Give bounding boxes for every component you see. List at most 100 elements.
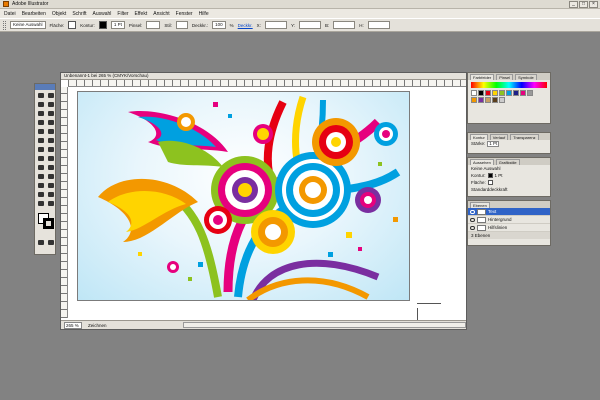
scale-tool-icon[interactable] <box>46 136 56 145</box>
menu-bearbeiten[interactable]: Bearbeiten <box>22 11 46 17</box>
close-button[interactable]: × <box>589 1 598 8</box>
status-text[interactable]: Zeichnen <box>88 323 107 328</box>
type-tool-icon[interactable] <box>46 109 56 118</box>
rectangle-tool-icon[interactable] <box>46 118 56 127</box>
y-field[interactable] <box>298 21 321 29</box>
appearance-fill-swatch[interactable] <box>487 180 493 185</box>
tab-symbols[interactable]: Symbole <box>515 74 537 80</box>
menu-hilfe[interactable]: Hilfe <box>199 11 209 17</box>
toolbar-grip[interactable] <box>3 20 6 30</box>
menu-schrift[interactable]: Schrift <box>72 11 86 17</box>
selection-tool-icon[interactable] <box>36 91 46 100</box>
warp-tool-icon[interactable] <box>36 145 46 154</box>
appearance-panel: Aussehen Grafikstile Keine Auswahl Kontu… <box>467 157 551 197</box>
appearance-opacity-row[interactable]: Standarddeckkraft <box>468 186 550 193</box>
x-field[interactable] <box>264 21 287 29</box>
horizontal-ruler[interactable] <box>68 80 466 87</box>
swatch-yellow[interactable] <box>492 90 498 96</box>
zoom-field[interactable]: 265 % <box>64 321 82 329</box>
symbol-sprayer-tool-icon[interactable] <box>36 154 46 163</box>
swatch-orange[interactable] <box>471 97 477 103</box>
swatch-green[interactable] <box>499 90 505 96</box>
layer-row-text[interactable]: Text <box>468 208 550 216</box>
stroke-weight-field[interactable]: 1 Pt <box>110 21 125 29</box>
pen-tool-icon[interactable] <box>36 109 46 118</box>
swatch-white[interactable] <box>471 90 477 96</box>
visibility-eye-icon[interactable] <box>470 217 475 222</box>
artboard[interactable] <box>77 91 410 301</box>
stroke-color-box[interactable] <box>43 218 54 229</box>
mesh-tool-icon[interactable] <box>36 163 46 172</box>
fill-stroke-indicator[interactable] <box>35 211 55 233</box>
tab-swatches[interactable]: Farbfelder <box>470 74 495 80</box>
menu-objekt[interactable]: Objekt <box>52 11 66 17</box>
vertical-ruler[interactable] <box>61 87 68 318</box>
stroke-weight-input[interactable]: 1 Pt <box>487 140 500 147</box>
brush-dropdown[interactable] <box>146 21 161 29</box>
minimize-button[interactable]: _ <box>569 1 578 8</box>
visibility-eye-icon[interactable] <box>470 225 475 230</box>
line-tool-icon[interactable] <box>36 118 46 127</box>
rotate-tool-icon[interactable] <box>36 136 46 145</box>
color-spectrum[interactable] <box>471 82 547 88</box>
visibility-eye-icon[interactable] <box>470 209 475 214</box>
paintbrush-tool-icon[interactable] <box>36 127 46 136</box>
maximize-button[interactable]: □ <box>579 1 588 8</box>
appearance-stroke-swatch[interactable] <box>487 173 493 178</box>
menu-filter[interactable]: Filter <box>117 11 128 17</box>
menu-effekt[interactable]: Effekt <box>135 11 148 17</box>
appearance-fill-row[interactable]: Fläche: <box>468 179 550 186</box>
layer-row-background[interactable]: Hintergrund <box>468 216 550 224</box>
direct-selection-tool-icon[interactable] <box>46 91 56 100</box>
tab-gradient[interactable]: Verlauf <box>489 134 509 140</box>
eyedropper-tool-icon[interactable] <box>36 172 46 181</box>
menu-datei[interactable]: Datei <box>4 11 16 17</box>
swatch-blue[interactable] <box>513 90 519 96</box>
free-transform-tool-icon[interactable] <box>46 145 56 154</box>
swatch-purple[interactable] <box>478 97 484 103</box>
swatch-brown[interactable] <box>492 97 498 103</box>
normal-screen-mode-icon[interactable] <box>36 238 46 247</box>
gradient-tool-icon[interactable] <box>46 163 56 172</box>
swatch-red[interactable] <box>485 90 491 96</box>
eraser-tool-icon[interactable] <box>46 199 56 208</box>
opacity-link[interactable]: Deckkr. <box>238 23 253 28</box>
full-screen-mode-icon[interactable] <box>46 238 56 247</box>
swatch-cyan[interactable] <box>506 90 512 96</box>
swatch-light-gray[interactable] <box>499 97 505 103</box>
menu-ansicht[interactable]: Ansicht <box>153 11 169 17</box>
swatch-black[interactable] <box>478 90 484 96</box>
style-dropdown[interactable] <box>175 21 188 29</box>
tab-graphic-styles[interactable]: Grafikstile <box>495 159 520 165</box>
swatch-gray[interactable] <box>527 90 533 96</box>
pencil-tool-icon[interactable] <box>46 127 56 136</box>
document-title[interactable]: Unbenannt-1 bei 265 % (CMYK/Vorschau) <box>61 73 466 80</box>
fill-swatch[interactable] <box>68 21 77 29</box>
live-paint-tool-icon[interactable] <box>36 181 46 190</box>
blend-tool-icon[interactable] <box>46 172 56 181</box>
tab-brushes[interactable]: Pinsel <box>496 74 514 80</box>
stroke-swatch[interactable] <box>98 21 107 29</box>
tab-layers[interactable]: Ebenen <box>470 202 490 208</box>
layer-thumbnail <box>477 216 486 223</box>
swatch-tan[interactable] <box>485 97 491 103</box>
tab-transparency[interactable]: Transparenz <box>510 134 539 140</box>
hand-tool-icon[interactable] <box>46 190 56 199</box>
h-field[interactable] <box>367 21 390 29</box>
menu-auswahl[interactable]: Auswahl <box>93 11 112 17</box>
magic-wand-tool-icon[interactable] <box>36 100 46 109</box>
opacity-field[interactable]: 100 <box>212 21 226 29</box>
tab-stroke[interactable]: Kontur <box>470 134 488 140</box>
swatch-magenta[interactable] <box>520 90 526 96</box>
tab-appearance[interactable]: Aussehen <box>470 159 494 165</box>
horizontal-scrollbar[interactable] <box>182 322 466 328</box>
menu-fenster[interactable]: Fenster <box>176 11 193 17</box>
w-field[interactable] <box>333 21 356 29</box>
lasso-tool-icon[interactable] <box>46 100 56 109</box>
scissors-tool-icon[interactable] <box>36 190 46 199</box>
graph-tool-icon[interactable] <box>46 154 56 163</box>
zoom-tool-icon[interactable] <box>36 199 46 208</box>
layer-row-guides[interactable]: Hilfslinien <box>468 224 550 232</box>
slice-tool-icon[interactable] <box>46 181 56 190</box>
appearance-stroke-row[interactable]: Kontur: 1 Pt <box>468 172 550 179</box>
